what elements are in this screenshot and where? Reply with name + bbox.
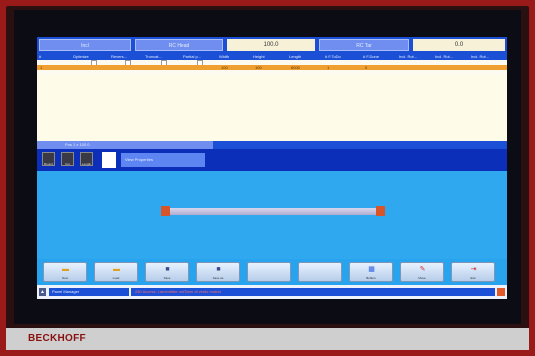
button-label: Move xyxy=(418,276,426,280)
grid-icon: ▦ xyxy=(368,266,375,273)
save-as-icon: ■ xyxy=(216,266,221,273)
incl-button[interactable]: Incl xyxy=(39,39,131,51)
menu-arrow-icon[interactable]: ▲ xyxy=(39,288,46,296)
tool-label: Bound xyxy=(44,162,53,166)
section-separator: Pos 1 x 100.0 xyxy=(37,141,507,149)
col-header[interactable]: # F.Done xyxy=(363,53,379,60)
profile-preview xyxy=(37,171,507,259)
beam-end-left xyxy=(161,206,170,216)
view-properties-button[interactable]: View Properties xyxy=(121,153,205,167)
empty-button[interactable] xyxy=(298,262,342,282)
tool-label: Length xyxy=(81,162,92,166)
col-header[interactable]: Incl. Rot... xyxy=(435,53,453,60)
col-header[interactable]: Width xyxy=(219,53,229,60)
beam-end-right xyxy=(376,206,385,216)
col-header[interactable]: # xyxy=(39,53,41,60)
color-swatch[interactable] xyxy=(102,152,116,168)
load-button[interactable]: ▬ Load xyxy=(94,262,138,282)
rc-head-button[interactable]: RC Head xyxy=(135,39,223,51)
col-header[interactable]: Partial p... xyxy=(183,53,201,60)
col-header[interactable]: Height xyxy=(253,53,265,60)
new-button[interactable]: ▬ New xyxy=(43,262,87,282)
button-label: Save xyxy=(163,276,171,280)
empty-button[interactable] xyxy=(247,262,291,282)
pen-icon: ✎ xyxy=(419,266,426,273)
col-header[interactable]: Optimize xyxy=(73,53,89,60)
button-label: Buffers xyxy=(366,276,376,280)
col-header[interactable]: Incl. Rot... xyxy=(399,53,417,60)
folder-icon: ▬ xyxy=(62,266,69,273)
panel-manager-label[interactable]: Panel Manager xyxy=(49,288,129,296)
bound-tool-button[interactable]: Bound xyxy=(42,152,55,166)
hmi-screen: Incl RC Head 100.0 RC Tar 0.0 # Optimize… xyxy=(37,37,507,299)
table-header: # Optimize Revers... Truncat... Partial … xyxy=(37,53,507,60)
cut-tool-button[interactable]: Cut xyxy=(61,152,74,166)
position-label: Pos 1 x 100.0 xyxy=(37,141,213,149)
head-value-field[interactable]: 100.0 xyxy=(227,39,315,51)
rc-tar-button[interactable]: RC Tar xyxy=(319,39,409,51)
buffers-button[interactable]: ▦ Buffers xyxy=(349,262,393,282)
exit-icon: ⇥ xyxy=(470,266,477,273)
tool-label: Cut xyxy=(65,162,70,166)
view-toolbar: Bound Cut Length View Properties xyxy=(37,149,507,171)
col-header[interactable]: Incl. Rot... xyxy=(471,53,489,60)
save-icon: ■ xyxy=(165,266,170,273)
function-button-bar: ▬ New ▬ Load ■ Save ■ Save as ▦ Buffers ✎ Move… xyxy=(37,259,507,285)
status-message: 280 Access: Lamenttitte ordTarm di verit… xyxy=(131,288,495,296)
button-label: Save as xyxy=(212,276,224,280)
col-header[interactable]: Length xyxy=(289,53,301,60)
top-bar: Incl RC Head 100.0 RC Tar 0.0 xyxy=(37,37,507,53)
button-label: New xyxy=(61,276,68,280)
save-as-button[interactable]: ■ Save as xyxy=(196,262,240,282)
col-header[interactable]: # F.ToDo xyxy=(325,53,341,60)
open-icon: ▬ xyxy=(113,266,120,273)
brand-logo: BECKHOFF xyxy=(28,333,86,344)
button-label: Load xyxy=(112,276,120,280)
move-button[interactable]: ✎ Move xyxy=(400,262,444,282)
button-label: Exit xyxy=(470,276,476,280)
save-button[interactable]: ■ Save xyxy=(145,262,189,282)
exit-button[interactable]: ⇥ Exit xyxy=(451,262,495,282)
col-header[interactable]: Revers... xyxy=(111,53,127,60)
profile-beam xyxy=(165,208,381,215)
col-header[interactable]: Truncat... xyxy=(145,53,162,60)
status-indicator xyxy=(497,288,505,296)
table-row[interactable] xyxy=(37,70,507,75)
status-bar: ▲ Panel Manager 280 Access: Lamenttitte … xyxy=(37,285,507,299)
length-tool-button[interactable]: Length xyxy=(80,152,93,166)
tar-value-field[interactable]: 0.0 xyxy=(413,39,505,51)
